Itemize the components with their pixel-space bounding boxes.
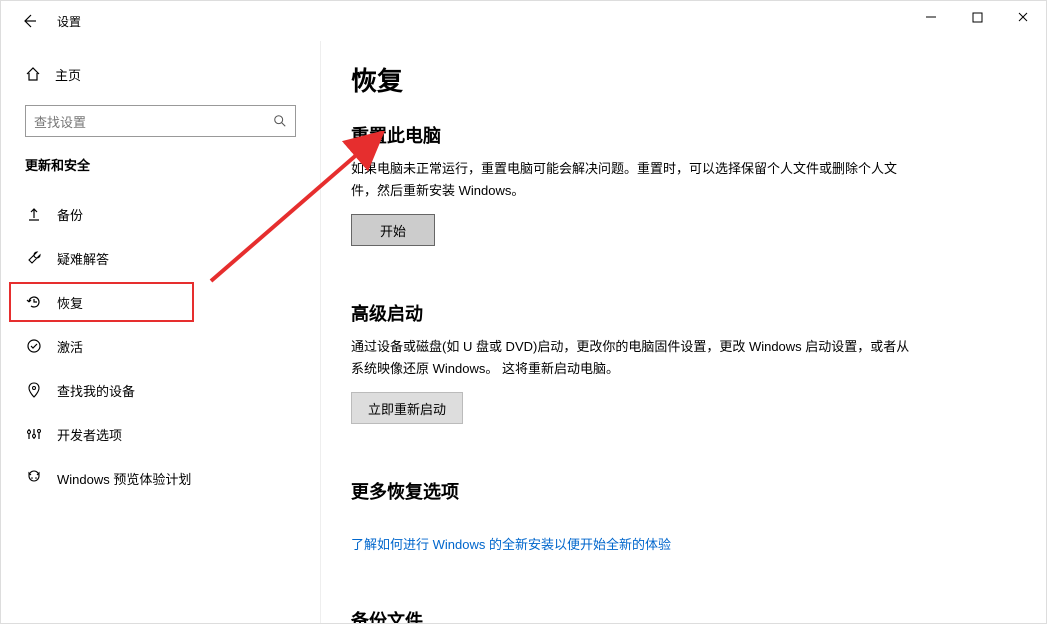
window-controls [908, 1, 1046, 41]
sidebar-item-insider[interactable]: Windows 预览体验计划 [1, 456, 320, 500]
page-title: 恢复 [351, 61, 1006, 98]
home-icon [25, 66, 41, 82]
sidebar-item-label: 开发者选项 [57, 425, 122, 444]
sidebar: 主页 查找设置 更新和安全 备份 疑难解答 [1, 41, 321, 623]
arrow-left-icon [21, 13, 37, 29]
sidebar-item-label: 疑难解答 [57, 249, 109, 268]
search-container: 查找设置 [25, 105, 296, 137]
window-title: 设置 [57, 13, 81, 30]
sidebar-item-find-device[interactable]: 查找我的设备 [1, 368, 320, 412]
ninja-cat-icon [25, 469, 43, 487]
check-circle-icon [25, 337, 43, 355]
minimize-button[interactable] [908, 1, 954, 33]
location-icon [25, 381, 43, 399]
maximize-button[interactable] [954, 1, 1000, 33]
close-button[interactable] [1000, 1, 1046, 33]
more-options-heading: 更多恢复选项 [351, 478, 1006, 504]
search-input[interactable]: 查找设置 [25, 105, 296, 137]
back-button[interactable] [9, 1, 49, 41]
reset-description: 如果电脑未正常运行，重置电脑可能会解决问题。重置时，可以选择保留个人文件或删除个… [351, 158, 911, 202]
sidebar-item-developer[interactable]: 开发者选项 [1, 412, 320, 456]
sidebar-item-label: 查找我的设备 [57, 381, 135, 400]
sidebar-item-activation[interactable]: 激活 [1, 324, 320, 368]
sidebar-item-label: 恢复 [57, 293, 83, 312]
minimize-icon [925, 11, 937, 23]
home-link[interactable]: 主页 [1, 53, 320, 95]
wrench-icon [25, 249, 43, 267]
reset-start-button[interactable]: 开始 [351, 214, 435, 246]
restart-now-button[interactable]: 立即重新启动 [351, 392, 463, 424]
sidebar-item-label: 备份 [57, 205, 83, 224]
maximize-icon [972, 12, 983, 23]
sidebar-item-recovery[interactable]: 恢复 [1, 280, 320, 324]
sidebar-item-label: Windows 预览体验计划 [57, 469, 191, 488]
sliders-icon [25, 425, 43, 443]
search-placeholder: 查找设置 [34, 112, 273, 131]
sidebar-item-backup[interactable]: 备份 [1, 192, 320, 236]
advanced-description: 通过设备或磁盘(如 U 盘或 DVD)启动，更改你的电脑固件设置，更改 Wind… [351, 336, 911, 380]
titlebar: 设置 [1, 1, 1046, 41]
sidebar-item-troubleshoot[interactable]: 疑难解答 [1, 236, 320, 280]
close-icon [1017, 11, 1029, 23]
sidebar-section-heading: 更新和安全 [1, 155, 320, 174]
backup-heading: 备份文件 [351, 607, 1006, 623]
upload-icon [25, 205, 43, 223]
reset-heading: 重置此电脑 [351, 122, 1006, 148]
sidebar-item-label: 激活 [57, 337, 83, 356]
home-label: 主页 [55, 65, 81, 84]
advanced-heading: 高级启动 [351, 300, 1006, 326]
history-icon [25, 293, 43, 311]
fresh-install-link[interactable]: 了解如何进行 Windows 的全新安装以便开始全新的体验 [351, 537, 671, 552]
search-icon [273, 114, 287, 128]
main-content: 恢复 重置此电脑 如果电脑未正常运行，重置电脑可能会解决问题。重置时，可以选择保… [321, 41, 1046, 623]
